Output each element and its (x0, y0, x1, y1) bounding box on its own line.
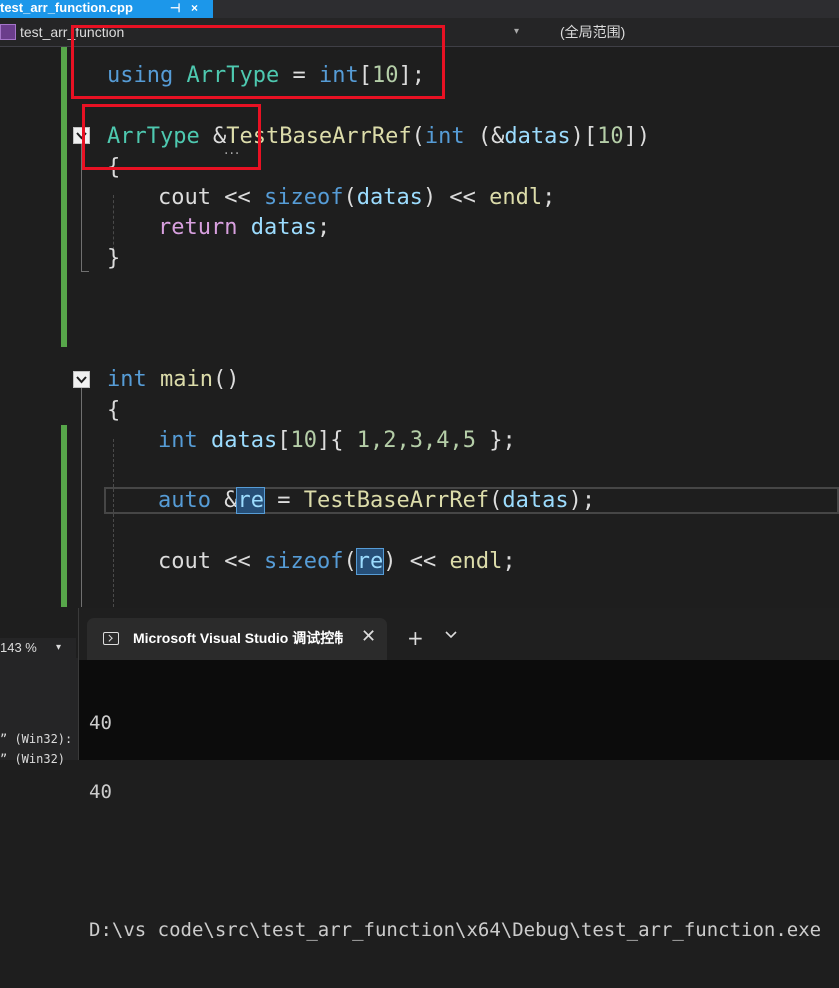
identifier: endl (449, 549, 503, 574)
code-line-brace[interactable]: } (107, 244, 120, 274)
operator: << (436, 185, 490, 210)
terminal-tab-bar: Microsoft Visual Studio 调试控制台 ✕ + (79, 608, 839, 660)
function-name: TestBaseArrRef (303, 488, 490, 513)
code-line-cout[interactable]: cout << sizeof(datas) << endl; (158, 183, 555, 213)
variable-highlighted: re (236, 487, 265, 514)
output-panel: ” (Win32): ” (Win32) (0, 658, 78, 766)
code-line-return[interactable]: return datas; (158, 213, 330, 243)
zoom-level[interactable]: 143 % ▾ (0, 638, 76, 658)
punct: ( (489, 488, 503, 513)
punct: ; (502, 549, 516, 574)
punct: ]{ (316, 428, 357, 453)
document-tab-strip: test_arr_function.cpp ⊣ × (0, 0, 839, 18)
indent-guide (113, 439, 114, 607)
punct: )[ (570, 124, 598, 149)
parameter: datas (250, 215, 317, 240)
operator: & (210, 488, 238, 513)
punct: ; (542, 185, 556, 210)
new-tab-button[interactable]: + (407, 626, 424, 650)
identifier: endl (489, 185, 543, 210)
output-line: 40 (89, 781, 112, 803)
fold-end (81, 271, 89, 272)
number: 10 (290, 428, 317, 453)
punct: ); (568, 488, 596, 513)
operator: = (263, 488, 304, 513)
variable: datas (502, 488, 569, 513)
fold-line (81, 388, 82, 607)
punct: ) (422, 185, 437, 210)
operator: << (210, 185, 264, 210)
parameter: datas (356, 185, 423, 210)
chevron-down-icon: ▾ (56, 642, 62, 653)
parameter: datas (504, 124, 571, 149)
punct: (& (464, 124, 505, 149)
operator: << (396, 549, 450, 574)
terminal-output: 40 40 D:\vs code\src\test_arr_function\x… (89, 666, 839, 988)
fold-toggle-icon[interactable] (73, 371, 90, 388)
close-tab-icon[interactable]: × (191, 0, 198, 16)
identifier: cout (158, 185, 211, 210)
change-bar (61, 247, 67, 347)
keyword: sizeof (263, 549, 344, 574)
identifier: cout (158, 549, 211, 574)
function-name: main (160, 367, 213, 392)
change-bar (61, 425, 67, 607)
keyword: int (424, 124, 465, 149)
code-line-auto-ref[interactable]: auto &re = TestBaseArrRef(datas); (158, 486, 595, 516)
keyword: int (158, 428, 198, 453)
numbers: 1,2,3,4,5 (356, 428, 476, 453)
output-line: D:\vs code\src\test_arr_function\x64\Deb… (89, 919, 822, 941)
punct: }; (475, 428, 516, 453)
output-line: 40 (89, 712, 112, 734)
punct: ) (383, 549, 397, 574)
number: 10 (597, 124, 624, 149)
punct: () (212, 367, 240, 392)
output-text: ” (Win32) (0, 752, 66, 766)
zoom-value: 143 % (0, 640, 37, 655)
variable: datas (211, 428, 278, 453)
output-text: ” (Win32): (0, 732, 73, 746)
annotation-box (71, 25, 445, 99)
terminal-tab-title: Microsoft Visual Studio 调试控制台 (133, 630, 343, 646)
variable-highlighted: re (355, 548, 385, 575)
global-scope-dropdown[interactable]: (全局范围) (560, 21, 625, 43)
file-tab-label: test_arr_function.cpp (0, 0, 133, 15)
code-editor[interactable]: using ArrType = int[10]; ArrType &TestBa… (0, 25, 839, 607)
code-line-brace[interactable]: { (107, 396, 120, 426)
operator: << (210, 549, 264, 574)
project-icon (0, 24, 16, 40)
keyword: return (158, 215, 238, 240)
code-line-main[interactable]: int main() (107, 365, 239, 395)
terminal-tab[interactable]: Microsoft Visual Studio 调试控制台 ✕ (87, 618, 387, 660)
code-line-array-decl[interactable]: int datas[10]{ 1,2,3,4,5 }; (158, 426, 516, 456)
punct: ]) (623, 124, 651, 149)
punct: ( (343, 549, 357, 574)
keyword: auto (158, 488, 211, 513)
pin-icon[interactable]: ⊣ (170, 0, 180, 16)
keyword: sizeof (263, 185, 344, 210)
punct: ( (411, 124, 425, 149)
change-bar (61, 47, 67, 247)
chevron-down-icon[interactable] (445, 630, 457, 640)
keyword: int (107, 367, 147, 392)
punct: ; (316, 215, 331, 240)
close-icon[interactable]: ✕ (361, 626, 376, 647)
file-tab[interactable]: test_arr_function.cpp ⊣ × (0, 0, 213, 18)
punct: [ (277, 428, 291, 453)
punct: ( (343, 185, 357, 210)
chevron-down-icon: ▾ (514, 26, 520, 37)
code-line-cout-re[interactable]: cout << sizeof(re) << endl; (158, 547, 516, 577)
terminal-icon (103, 632, 119, 645)
annotation-box (82, 104, 261, 170)
debug-console-window[interactable]: Microsoft Visual Studio 调试控制台 ✕ + 40 40 … (78, 608, 839, 941)
